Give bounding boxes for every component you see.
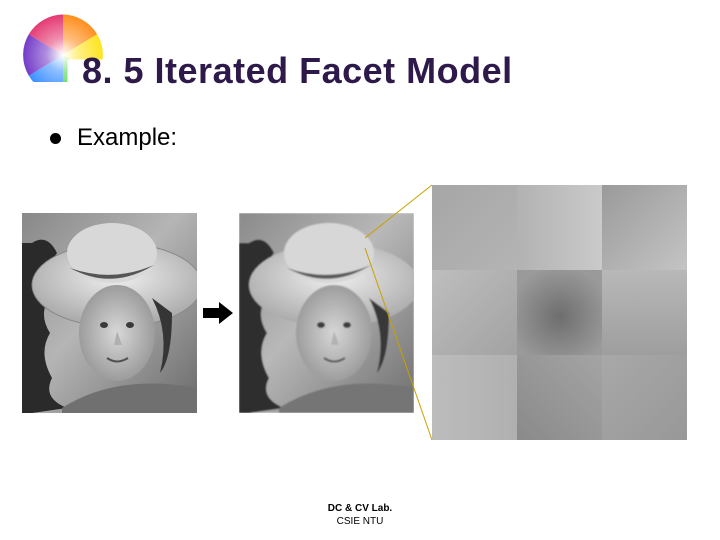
footer-line-1: DC & CV Lab. xyxy=(0,502,720,515)
example-images-row xyxy=(22,185,687,440)
footer-line-2: CSIE NTU xyxy=(0,515,720,528)
image-filtered xyxy=(239,213,414,413)
arrow-right-icon xyxy=(201,298,235,328)
slide-title: 8. 5 Iterated Facet Model xyxy=(82,50,513,92)
image-original xyxy=(22,213,197,413)
bullet-icon xyxy=(50,133,61,144)
slide-footer: DC & CV Lab. CSIE NTU xyxy=(0,502,720,528)
bullet-item: Example: xyxy=(50,124,177,152)
bullet-label: Example: xyxy=(77,124,177,152)
image-zoomed-facets xyxy=(432,185,687,440)
